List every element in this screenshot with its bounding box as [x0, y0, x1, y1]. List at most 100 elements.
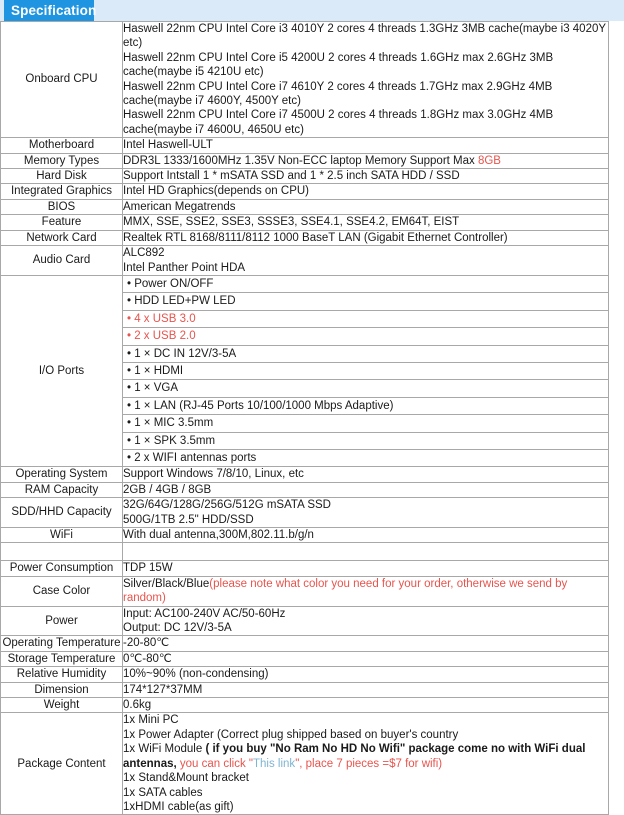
spec-key-operating-temperature: Operating Temperature — [0, 635, 123, 652]
value-text: DDR3L 1333/1600MHz 1.35V Non-ECC laptop … — [123, 154, 478, 167]
spec-key-weight: Weight — [0, 697, 123, 714]
io-port-label: • 1 × DC IN 12V/3-5A — [123, 345, 608, 363]
package-this-link[interactable]: This link — [253, 758, 295, 770]
spec-value-relative-humidity: 10%~90% (non-condensing) — [122, 666, 609, 683]
spec-row-ram-capacity: RAM Capacity 2GB / 4GB / 8GB — [0, 481, 609, 499]
spec-key-motherboard: Motherboard — [0, 137, 123, 154]
spec-row-hard-disk: Hard Disk Support Intstall 1 * mSATA SSD … — [0, 168, 609, 185]
spec-row-case-color: Case Color Silver/Black/Blue(please note … — [0, 575, 609, 607]
io-port-label: • 4 x USB 3.0 — [123, 310, 608, 329]
value-line: Realtek RTL 8168/8111/8112 1000 BaseT LA… — [123, 231, 508, 244]
value-line: Intel HD Graphics(depends on CPU) — [123, 185, 309, 198]
value-line: 0.6kg — [123, 699, 152, 712]
specification-tab-label: Specification — [4, 0, 96, 21]
io-port-label: • 1 × HDMI — [123, 362, 608, 381]
value-line: American Megatrends — [123, 200, 236, 213]
io-port-label: • Power ON/OFF — [123, 275, 608, 294]
spec-key-i-o-ports: I/O Ports — [0, 274, 123, 468]
spec-row-onboard-cpu: Onboard CPU Haswell 22nm CPU Intel Core i… — [0, 20, 609, 139]
spec-value-storage-temperature: 0℃-80℃ — [122, 650, 609, 668]
value-line: 0℃-80℃ — [123, 652, 172, 665]
spec-value-feature: MMX, SSE, SSE2, SSE3, SSSE3, SSE4.1, SSE… — [122, 214, 609, 231]
spec-key-onboard-cpu: Onboard CPU — [0, 20, 123, 139]
value-line: MMX, SSE, SSE2, SSE3, SSSE3, SSE4.1, SSE… — [123, 216, 460, 229]
spec-value-onboard-cpu: Haswell 22nm CPU Intel Core i3 4010Y 2 c… — [122, 20, 609, 139]
spec-key-ram-capacity: RAM Capacity — [0, 481, 123, 499]
spec-value-wifi: With dual antenna,300M,802.11.b/g/n — [122, 526, 609, 544]
package-line-2: 1x Power Adapter (Correct plug shipped b… — [123, 728, 459, 741]
io-port-label: • 1 × MIC 3.5mm — [123, 414, 608, 433]
specification-header-band: Specification — [0, 0, 624, 21]
value-line — [123, 545, 608, 559]
io-port-row: • 1 × SPK 3.5mm — [123, 432, 608, 450]
spec-key-power: Power — [0, 605, 123, 637]
spec-key-package-content: Package Content — [0, 712, 123, 815]
value-text: Silver/Black/Blue — [123, 577, 210, 590]
spec-row-sdd-hhd-capacity: SDD/HHD Capacity 32G/64G/128G/256G/512G m… — [0, 497, 609, 528]
spec-key-audio-card: Audio Card — [0, 245, 123, 276]
value-line: Input: AC100-240V AC/50-60Hz — [123, 607, 286, 620]
spec-key-hard-disk: Hard Disk — [0, 168, 123, 185]
io-port-row: • Power ON/OFF — [123, 275, 608, 294]
spec-row-storage-temperature: Storage Temperature 0℃-80℃ — [0, 650, 609, 668]
spec-value-bios: American Megatrends — [122, 198, 609, 216]
spec-value-case-color: Silver/Black/Blue(please note what color… — [122, 575, 609, 607]
spec-value-power-consumption: TDP 15W — [122, 560, 609, 577]
package-wifi-plain: 1x WiFi Module — [123, 743, 206, 756]
spec-key-dimension: Dimension — [0, 681, 123, 699]
io-port-row: • 4 x USB 3.0 — [123, 310, 608, 329]
spec-value-hard-disk: Support Intstall 1 * mSATA SSD and 1 * 2… — [122, 168, 609, 185]
io-ports-list: • Power ON/OFF • HDD LED+PW LED • 4 x USB … — [123, 275, 608, 466]
value-line: 500G/1TB 2.5" HDD/SSD — [123, 513, 254, 526]
spec-value-operating-temperature: -20-80℃ — [122, 635, 609, 652]
value-line: 32G/64G/128G/256G/512G mSATA SSD — [123, 499, 331, 512]
specification-table: Onboard CPU Haswell 22nm CPU Intel Core i… — [0, 20, 609, 815]
spec-key-storage-temperature: Storage Temperature — [0, 650, 123, 668]
spec-value-power: Input: AC100-240V AC/50-60Hz Output: DC 1… — [122, 605, 609, 637]
spec-value-memory-types: DDR3L 1333/1600MHz 1.35V Non-ECC laptop … — [122, 152, 609, 170]
io-port-label: • 2 x USB 2.0 — [123, 327, 608, 346]
value-line: Support Intstall 1 * mSATA SSD and 1 * 2… — [123, 170, 460, 183]
spec-row-power-consumption: Power Consumption TDP 15W — [0, 560, 609, 577]
spec-key-blank — [0, 542, 123, 562]
spec-value-package-content: 1x Mini PC 1x Power Adapter (Correct plug… — [122, 712, 609, 815]
spec-value-sdd-hhd-capacity: 32G/64G/128G/256G/512G mSATA SSD 500G/1TB… — [122, 497, 609, 528]
spec-key-power-consumption: Power Consumption — [0, 560, 123, 577]
spec-value-weight: 0.6kg — [122, 697, 609, 714]
io-port-row: • 1 × DC IN 12V/3-5A — [123, 345, 608, 363]
package-line-3: 1x WiFi Module ( if you buy "No Ram No H… — [123, 742, 608, 771]
spec-value-blank — [122, 542, 609, 562]
spec-row-operating-temperature: Operating Temperature -20-80℃ — [0, 635, 609, 652]
spec-row-operating-system: Operating System Support Windows 7/8/10, … — [0, 466, 609, 483]
spec-row-integrated-graphics: Integrated Graphics Intel HD Graphics(dep… — [0, 183, 609, 200]
spec-key-case-color: Case Color — [0, 575, 123, 607]
spec-row-memory-types: Memory Types DDR3L 1333/1600MHz 1.35V Non… — [0, 152, 609, 170]
io-port-row: • 2 x USB 2.0 — [123, 327, 608, 346]
value-line: Support Windows 7/8/10, Linux, etc — [123, 468, 304, 481]
specification-table-body: Onboard CPU Haswell 22nm CPU Intel Core i… — [0, 20, 609, 815]
spec-row-network-card: Network Card Realtek RTL 8168/8111/8112 1… — [0, 229, 609, 247]
spec-key-operating-system: Operating System — [0, 466, 123, 483]
spec-value-integrated-graphics: Intel HD Graphics(depends on CPU) — [122, 183, 609, 200]
io-port-row: • HDD LED+PW LED — [123, 292, 608, 311]
value-line: 10%~90% (non-condensing) — [123, 668, 269, 681]
io-port-row: • 1 × LAN (RJ-45 Ports 10/100/1000 Mbps … — [123, 397, 608, 416]
io-port-label: • 1 × VGA — [123, 379, 608, 398]
value-line: TDP 15W — [123, 562, 173, 575]
io-port-label: • HDD LED+PW LED — [123, 292, 608, 311]
value-line: Intel Panther Point HDA — [123, 261, 246, 274]
value-line: ALC892 — [123, 247, 165, 260]
package-line-1: 1x Mini PC — [123, 714, 179, 727]
spec-row-i-o-ports: I/O Ports • Power ON/OFF • HDD LED+PW LED •… — [0, 274, 609, 468]
spec-key-bios: BIOS — [0, 198, 123, 216]
io-port-row: • 1 × MIC 3.5mm — [123, 414, 608, 433]
spec-key-relative-humidity: Relative Humidity — [0, 666, 123, 683]
io-port-row: • 2 x WIFI antennas ports — [123, 449, 608, 466]
spec-row-audio-card: Audio Card ALC892 Intel Panther Point HDA — [0, 245, 609, 276]
spec-value-motherboard: Intel Haswell-ULT — [122, 137, 609, 154]
spec-key-wifi: WiFi — [0, 526, 123, 544]
spec-row-blank — [0, 542, 609, 562]
package-wifi-red-b: ", place 7 pieces =$7 for wifi) — [295, 757, 443, 770]
spec-row-bios: BIOS American Megatrends — [0, 198, 609, 216]
io-port-label: • 1 × SPK 3.5mm — [123, 432, 608, 450]
